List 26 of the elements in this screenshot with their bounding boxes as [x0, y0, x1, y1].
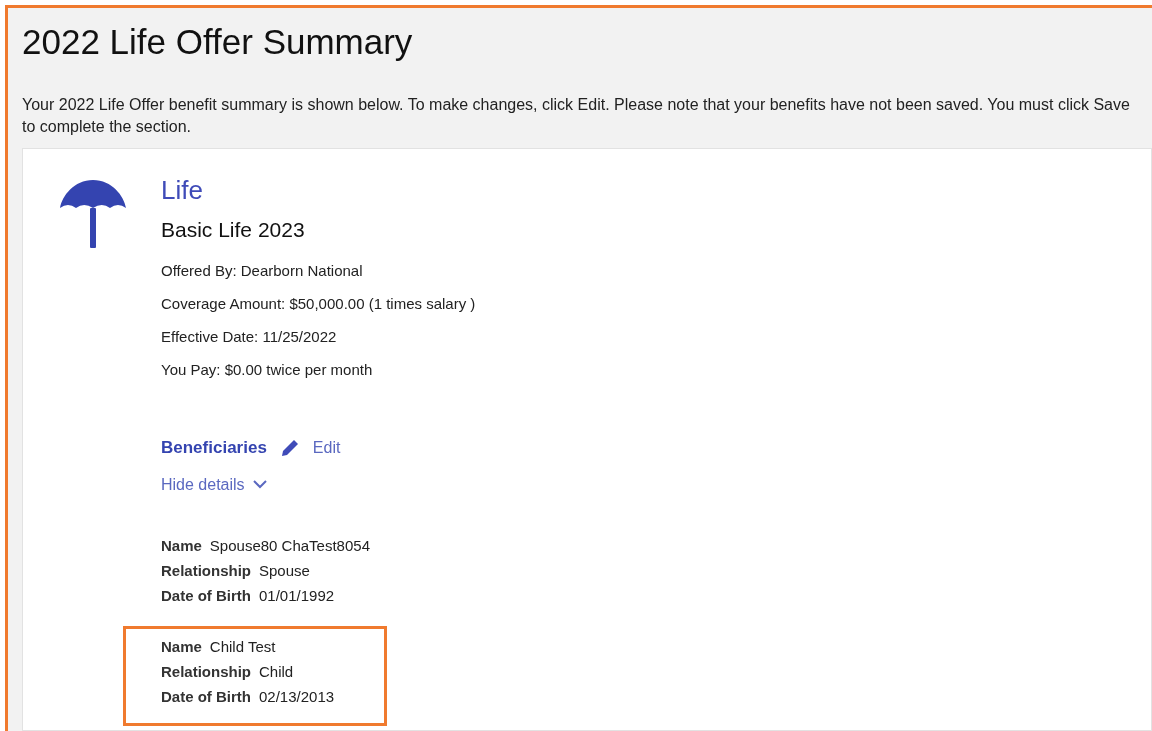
field-label: Name [161, 535, 202, 556]
field-label: Date of Birth [161, 585, 251, 606]
intro-text: Your 2022 Life Offer benefit summary is shown below. To make changes, click Edit. Please note that your benefits have not been saved. You must click Save to complete the section. [22, 95, 1131, 137]
hide-details-toggle[interactable]: Hide details [161, 472, 267, 497]
plan-name: Basic Life 2023 [161, 217, 305, 243]
detail-text: Offered By: Dearborn National [161, 261, 363, 281]
field-label: Date of Birth [161, 686, 251, 707]
page-title: 2022 Life Offer Summary [22, 21, 413, 63]
detail-text: Coverage Amount: $50,000.00 (1 times salary ) [161, 294, 476, 314]
pencil-icon[interactable] [280, 438, 299, 457]
umbrella-icon [60, 178, 126, 248]
chevron-icon [252, 480, 267, 489]
field-value: Spouse [259, 560, 310, 581]
benefit-category: Life [161, 174, 203, 206]
detail-text: You Pay: $0.00 twice per month [161, 360, 373, 380]
field-label: Name [161, 636, 202, 657]
field-value: 02/13/2013 [259, 686, 335, 707]
field-value: 01/01/1992 [259, 585, 335, 606]
edit-link[interactable]: Edit [312, 435, 341, 460]
section-heading: Beneficiaries [161, 437, 267, 459]
detail-text: Effective Date: 11/25/2022 [161, 327, 337, 347]
field-value: Child [259, 661, 294, 682]
field-value: Child Test [209, 636, 276, 657]
field-value: Spouse80 ChaTest8054 [209, 535, 370, 556]
field-label: Relationship [161, 661, 251, 682]
field-label: Relationship [161, 560, 251, 581]
